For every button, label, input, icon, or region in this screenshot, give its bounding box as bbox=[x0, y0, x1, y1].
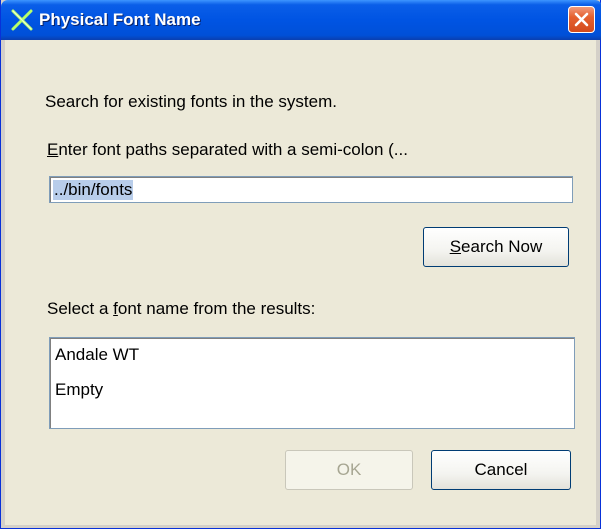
results-label-text: ont name from the results: bbox=[117, 299, 316, 318]
description-text: Search for existing fonts in the system. bbox=[45, 92, 337, 111]
x-logo-icon bbox=[10, 8, 34, 32]
search-button-label: earch Now bbox=[461, 237, 543, 256]
search-now-button[interactable]: Search Now bbox=[423, 227, 569, 267]
font-path-value: ../bin/fonts bbox=[53, 180, 134, 200]
cancel-button[interactable]: Cancel bbox=[431, 450, 571, 490]
close-button[interactable] bbox=[568, 6, 595, 33]
ok-button[interactable]: OK bbox=[285, 450, 413, 490]
list-item[interactable]: Andale WT bbox=[55, 344, 139, 366]
list-item[interactable]: Empty bbox=[55, 379, 103, 401]
title-bar[interactable]: Physical Font Name bbox=[1, 0, 601, 40]
dialog-window: Physical Font Name Search for existing f… bbox=[0, 0, 601, 529]
results-label: Select a font name from the results: bbox=[47, 299, 315, 319]
path-label-mnemonic: E bbox=[47, 140, 59, 159]
font-path-input[interactable]: ../bin/fonts bbox=[49, 176, 573, 203]
window-title: Physical Font Name bbox=[39, 10, 201, 29]
font-results-list[interactable]: Andale WT Empty bbox=[49, 337, 575, 429]
search-button-mnemonic: S bbox=[449, 237, 462, 256]
results-label-prefix: Select a bbox=[47, 299, 114, 318]
path-label-text: nter font paths separated with a semi-co… bbox=[58, 140, 408, 159]
path-label: Enter font paths separated with a semi-c… bbox=[47, 140, 408, 160]
dialog-body: Search for existing fonts in the system.… bbox=[5, 40, 596, 525]
